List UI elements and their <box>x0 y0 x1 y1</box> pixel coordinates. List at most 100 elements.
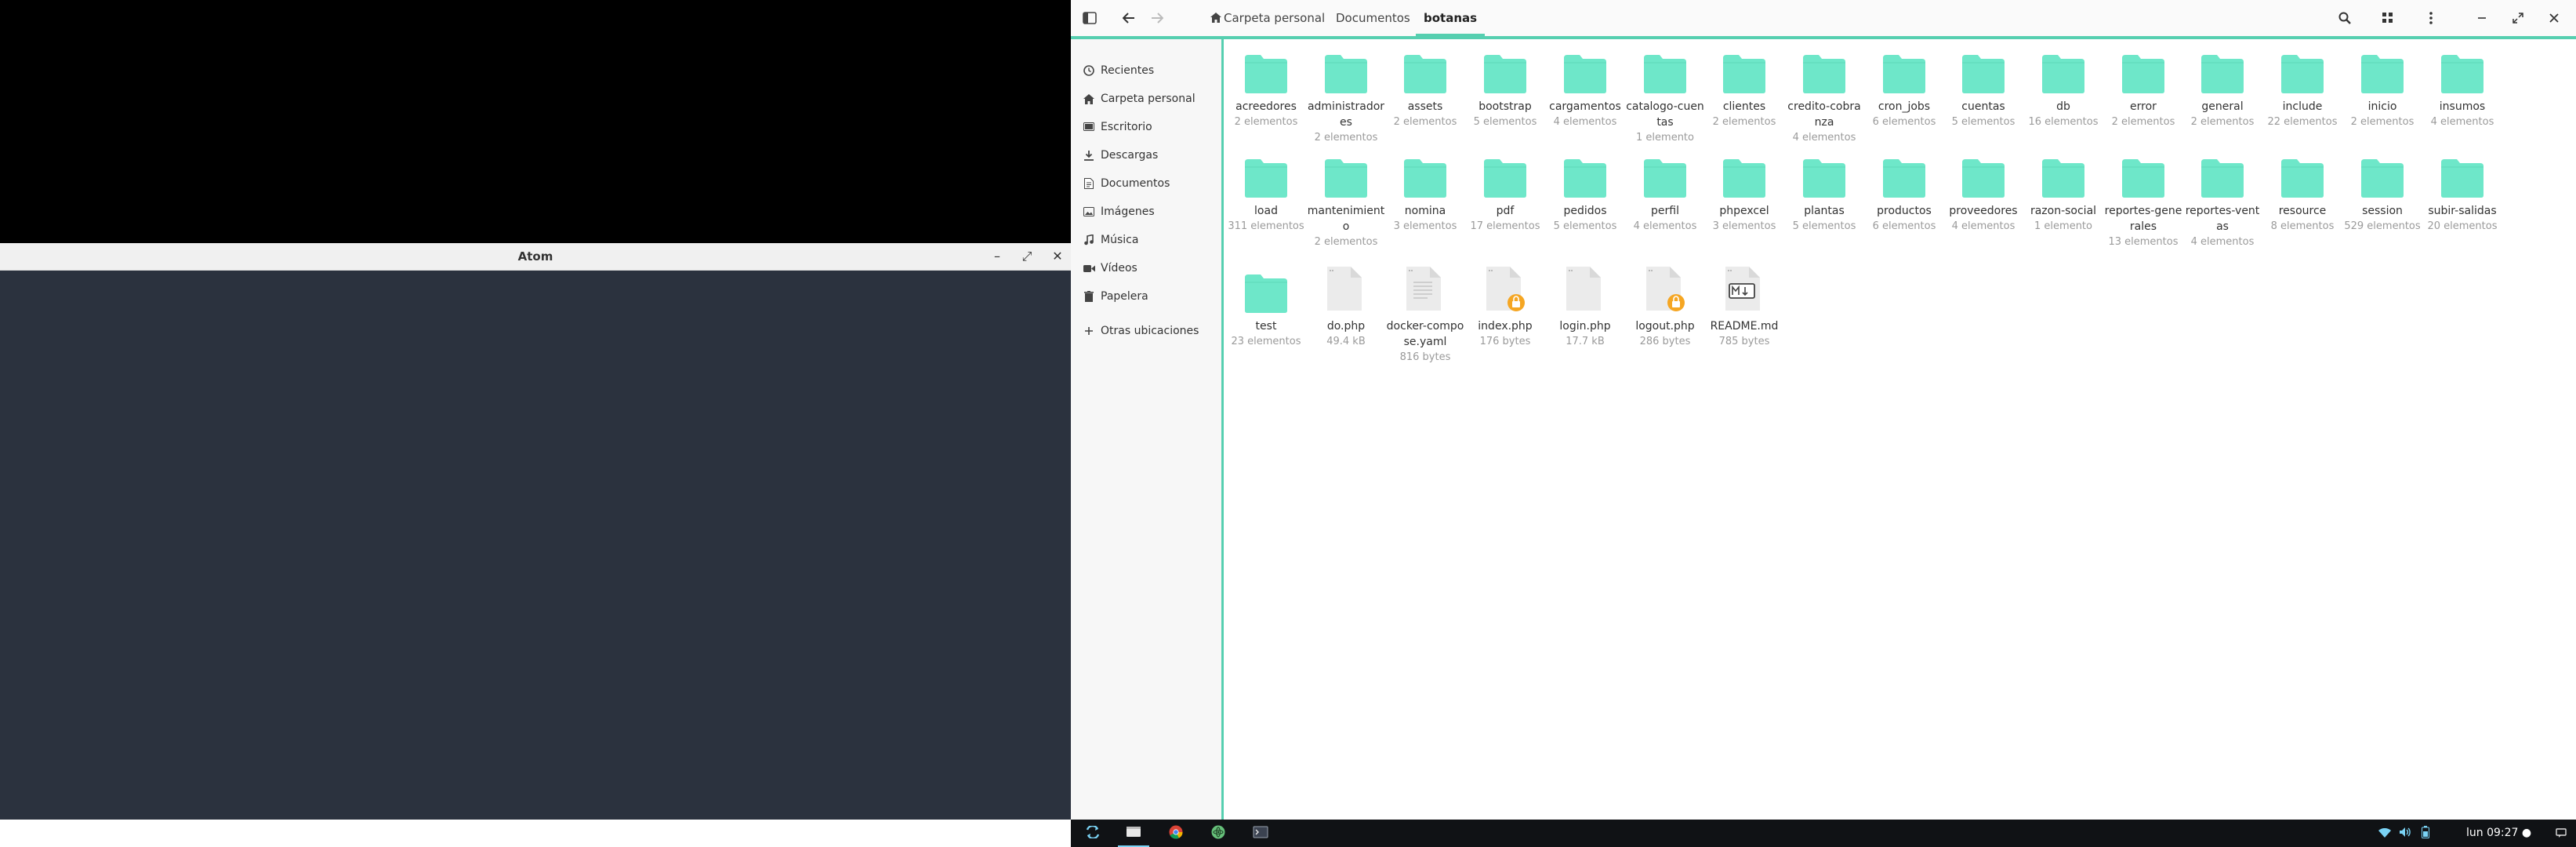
network-indicator[interactable] <box>2375 820 2394 847</box>
files-taskbar-button[interactable] <box>1118 820 1149 847</box>
breadcrumb-documentos[interactable]: Documentos <box>1336 0 1410 36</box>
folder-item[interactable]: pdf 17 elementos <box>1464 150 1547 234</box>
view-grid-button[interactable] <box>2368 0 2407 36</box>
item-name: administradores <box>1307 100 1385 129</box>
folder-item[interactable]: reportes-generales 13 elementos <box>2102 150 2185 250</box>
breadcrumb-carpeta-personal[interactable]: Carpeta personal <box>1210 0 1325 36</box>
clock[interactable]: lun 09:27 ● <box>2466 820 2531 847</box>
desktop-icon <box>1082 113 1096 141</box>
folder-item[interactable]: acreedores 2 elementos <box>1225 45 1308 130</box>
notifications-button[interactable] <box>2549 820 2573 847</box>
chrome-taskbar-button[interactable] <box>1160 820 1192 847</box>
folder-icon <box>2181 45 2264 94</box>
maximize-button[interactable] <box>2502 0 2534 36</box>
sidebar-item-m-sica[interactable]: Música <box>1071 226 1221 254</box>
folder-icon <box>2181 150 2264 198</box>
battery-indicator[interactable] <box>2416 820 2435 847</box>
item-name: credito-cobranza <box>1787 100 1861 129</box>
atom-titlebar[interactable]: Atom – ⤢ ✕ <box>0 243 1071 271</box>
atom-editor-area[interactable] <box>0 271 1071 820</box>
folder-item[interactable]: inicio 2 elementos <box>2341 45 2424 130</box>
breadcrumb-botanas[interactable]: botanas <box>1415 0 1486 36</box>
volume-indicator[interactable] <box>2396 820 2415 847</box>
folder-item[interactable]: phpexcel 3 elementos <box>1703 150 1786 234</box>
item-meta: 6 elementos <box>1872 116 1936 128</box>
folder-item[interactable]: resource 8 elementos <box>2261 150 2344 234</box>
file-item[interactable]: docker-compose.yaml 816 bytes <box>1384 265 1467 365</box>
home-icon <box>1210 1 1221 37</box>
folder-item[interactable]: bootstrap 5 elementos <box>1464 45 1547 130</box>
folder-item[interactable]: cron_jobs 6 elementos <box>1863 45 1946 130</box>
folder-item[interactable]: razon-social 1 elemento <box>2022 150 2105 234</box>
maximize-button[interactable]: ⤢ <box>1014 243 1040 270</box>
terminal-taskbar-button[interactable] <box>1245 820 1276 847</box>
folder-icon <box>1942 45 2025 94</box>
forward-button[interactable] <box>1143 0 1171 36</box>
folder-item[interactable]: reportes-ventas 4 elementos <box>2181 150 2264 250</box>
file-item[interactable]: README.md 785 bytes <box>1703 265 1786 350</box>
minimize-button[interactable] <box>2466 0 2498 36</box>
close-button[interactable]: ✕ <box>1044 243 1071 270</box>
item-meta: 2 elementos <box>2111 116 2175 128</box>
folder-item[interactable]: session 529 elementos <box>2341 150 2424 234</box>
folder-item[interactable]: assets 2 elementos <box>1384 45 1467 130</box>
sidebar-item-v-deos[interactable]: Vídeos <box>1071 254 1221 282</box>
folder-icon <box>1544 45 1627 94</box>
menu-button[interactable] <box>2411 0 2451 36</box>
folder-item[interactable]: cuentas 5 elementos <box>1942 45 2025 130</box>
sidebar-item-documentos[interactable]: Documentos <box>1071 169 1221 198</box>
item-name: mantenimiento <box>1307 205 1385 233</box>
folder-item[interactable]: error 2 elementos <box>2102 45 2185 130</box>
folder-item[interactable]: administradores 2 elementos <box>1304 45 1388 146</box>
apps-button[interactable] <box>1077 820 1108 847</box>
item-meta: 49.4 kB <box>1326 336 1366 347</box>
item-meta: 1 elemento <box>1636 132 1694 144</box>
folder-item[interactable]: credito-cobranza 4 elementos <box>1783 45 1866 146</box>
item-name: include <box>2282 100 2323 113</box>
folder-icon <box>1225 150 1308 198</box>
folder-item[interactable]: nomina 3 elementos <box>1384 150 1467 234</box>
search-button[interactable] <box>2325 0 2364 36</box>
sidebar-toggle-button[interactable] <box>1071 0 1108 36</box>
folder-item[interactable]: proveedores 4 elementos <box>1942 150 2025 234</box>
sidebar-item-escritorio[interactable]: Escritorio <box>1071 113 1221 141</box>
file-item[interactable]: do.php 49.4 kB <box>1304 265 1388 350</box>
folder-item[interactable]: load 311 elementos <box>1225 150 1308 234</box>
sidebar-item-carpeta-personal[interactable]: Carpeta personal <box>1071 85 1221 113</box>
sidebar-item-papelera[interactable]: Papelera <box>1071 282 1221 311</box>
sidebar-item-recientes[interactable]: Recientes <box>1071 56 1221 85</box>
sidebar-item-otras-ubicaciones[interactable]: Otras ubicaciones <box>1071 317 1221 345</box>
item-name: index.php <box>1478 320 1533 333</box>
folder-item[interactable]: perfil 4 elementos <box>1624 150 1707 234</box>
folder-item[interactable]: mantenimiento 2 elementos <box>1304 150 1388 250</box>
folder-item[interactable]: cargamentos 4 elementos <box>1544 45 1627 130</box>
folder-item[interactable]: pedidos 5 elementos <box>1544 150 1627 234</box>
atom-taskbar-button[interactable] <box>1203 820 1234 847</box>
sidebar-item-descargas[interactable]: Descargas <box>1071 141 1221 169</box>
folder-item[interactable]: subir-salidas 20 elementos <box>2421 150 2504 234</box>
file-item[interactable]: login.php 17.7 kB <box>1544 265 1627 350</box>
file-grid: acreedores 2 elementos administradores 2 el… <box>1225 41 2576 817</box>
folder-icon <box>1942 150 2025 198</box>
folder-item[interactable]: db 16 elementos <box>2022 45 2105 130</box>
close-button[interactable] <box>2538 0 2570 36</box>
folder-icon <box>1783 150 1866 198</box>
folder-item[interactable]: catalogo-cuentas 1 elemento <box>1624 45 1707 146</box>
folder-icon <box>1304 45 1388 94</box>
chrome-icon <box>1169 825 1183 842</box>
sidebar-toggle-icon <box>1083 9 1097 26</box>
folder-item[interactable]: include 22 elementos <box>2261 45 2344 130</box>
folder-item[interactable]: plantas 5 elementos <box>1783 150 1866 234</box>
file-item[interactable]: logout.php 286 bytes <box>1624 265 1707 350</box>
file-item[interactable]: index.php 176 bytes <box>1464 265 1547 350</box>
folder-item[interactable]: productos 6 elementos <box>1863 150 1946 234</box>
back-button[interactable] <box>1115 0 1143 36</box>
folder-item[interactable]: test 23 elementos <box>1225 265 1308 350</box>
folder-item[interactable]: insumos 4 elementos <box>2421 45 2504 130</box>
sidebar-item-im-genes[interactable]: Imágenes <box>1071 198 1221 226</box>
folder-icon <box>1863 150 1946 198</box>
folder-item[interactable]: general 2 elementos <box>2181 45 2264 130</box>
folder-item[interactable]: clientes 2 elementos <box>1703 45 1786 130</box>
minimize-button[interactable]: – <box>984 243 1010 270</box>
sidebar-item-label: Vídeos <box>1101 262 1137 274</box>
